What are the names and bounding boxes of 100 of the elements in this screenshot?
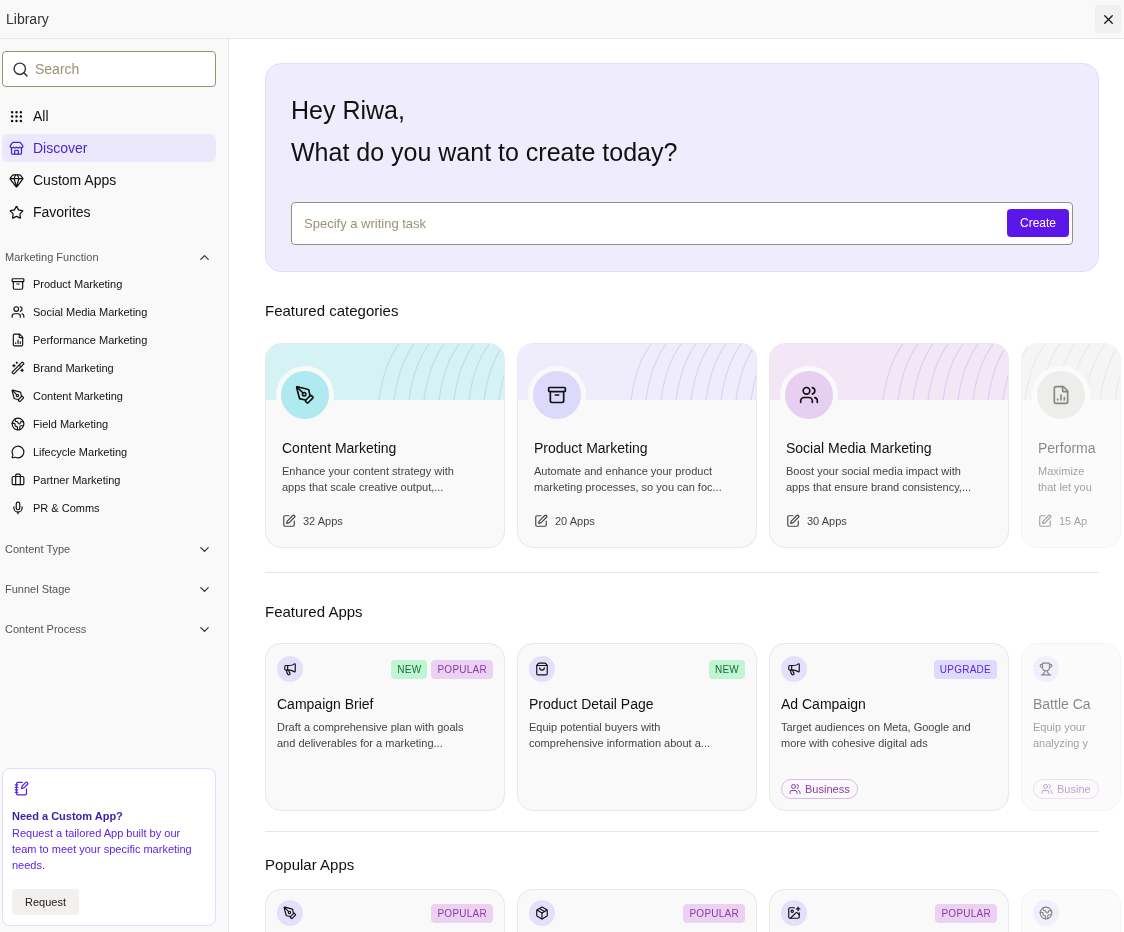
megaphone-icon xyxy=(283,662,297,676)
hero-question: What do you want to create today? xyxy=(291,137,679,168)
search-field[interactable]: Search xyxy=(2,51,216,87)
section-header[interactable]: Content Type xyxy=(2,536,216,562)
category-card[interactable]: Content Marketing Enhance your content strategy with apps that scale creative output,... 32 Apps xyxy=(265,342,505,548)
category-card[interactable]: Product Marketing Automate and enhance your product marketing processes, so you can foc... 20 Apps xyxy=(517,342,757,548)
nav-item[interactable]: Custom Apps xyxy=(2,166,216,194)
card-description: that let you xyxy=(1038,479,1093,495)
category-item[interactable]: Lifecycle Marketing xyxy=(2,438,216,466)
app-count-icon xyxy=(786,514,800,529)
request-button[interactable]: Request xyxy=(12,888,79,915)
card-title: Product Marketing xyxy=(533,438,649,458)
card-description: and deliverables for a marketing... xyxy=(277,736,444,751)
category-item[interactable]: Field Marketing xyxy=(2,410,216,438)
nav-item[interactable]: All xyxy=(2,102,216,130)
megaphone-icon xyxy=(787,662,801,676)
archive-icon xyxy=(11,277,25,291)
badge: NEW xyxy=(391,660,428,679)
section-header[interactable]: Funnel Stage xyxy=(2,576,216,602)
app-count: 32 Apps xyxy=(303,514,343,529)
section-title: Popular Apps xyxy=(265,855,356,875)
badge: POPULAR xyxy=(431,903,493,923)
section-header[interactable]: Content Process xyxy=(2,616,216,642)
globe-icon xyxy=(1039,905,1053,920)
users-icon xyxy=(1041,782,1053,795)
promo-text: Request a tailored App built by our team to meet your specific marketing needs. xyxy=(12,825,193,873)
badge: POPULAR xyxy=(683,903,745,923)
pen-tool-icon xyxy=(11,389,25,403)
card-description: comprehensive information about a... xyxy=(529,736,711,751)
users-icon xyxy=(789,782,801,795)
card-title: Product Detail Page xyxy=(529,695,655,714)
shopping-bag-icon xyxy=(535,662,549,676)
category-item[interactable]: Product Marketing xyxy=(2,270,216,298)
pen-tool-icon xyxy=(283,905,297,920)
trophy-icon xyxy=(1039,662,1053,676)
users-icon xyxy=(799,384,819,405)
globe-icon xyxy=(11,417,25,431)
image-plus-icon xyxy=(787,905,801,920)
card-description: more with cohesive digital ads xyxy=(781,736,929,751)
card-description: marketing processes, so you can foc... xyxy=(534,479,723,495)
grid-icon xyxy=(9,108,24,124)
search-icon xyxy=(12,61,29,78)
section-title: Featured Apps xyxy=(265,601,364,622)
store-icon xyxy=(9,140,24,156)
chart-file-icon xyxy=(1051,384,1071,405)
nav-item[interactable]: Discover xyxy=(2,134,216,162)
promo-title: Need a Custom App? xyxy=(12,809,124,824)
card-description: Equip potential buyers with xyxy=(529,720,662,735)
app-count-icon xyxy=(282,514,296,529)
app-count: 20 Apps xyxy=(555,514,595,529)
card-title: Social Media Marketing xyxy=(785,438,933,458)
close-button[interactable] xyxy=(1095,5,1121,33)
card-description: Maximize xyxy=(1038,463,1086,479)
create-button[interactable]: Create xyxy=(1006,209,1069,237)
app-card[interactable]: POPULAR xyxy=(517,888,757,932)
archive-icon xyxy=(547,384,567,405)
card-title: Performa xyxy=(1037,438,1097,458)
app-count: 30 Apps xyxy=(807,514,847,529)
badge: UPGRADE xyxy=(933,660,997,679)
badge: NEW xyxy=(708,660,745,679)
category-item[interactable]: Content Marketing xyxy=(2,382,216,410)
category-item[interactable]: PR & Comms xyxy=(2,494,216,522)
badge: POPULAR xyxy=(935,903,997,923)
app-card[interactable]: UPGRADE Ad Campaign Target audiences on Meta, Google and more with cohesive digital ads Business xyxy=(769,643,1009,811)
app-card[interactable]: POPULAR xyxy=(265,888,505,932)
notepad-icon xyxy=(14,781,29,796)
gem-icon xyxy=(9,172,24,188)
users-icon xyxy=(11,305,25,319)
card-description: apps that scale creative output,... xyxy=(282,479,445,495)
magic-wand-icon xyxy=(11,361,25,375)
category-card[interactable]: Social Media Marketing Boost your social media impact with apps that ensure brand consistency,... 30 Apps xyxy=(769,342,1009,548)
card-description: Automate and enhance your product xyxy=(534,463,713,479)
category-item[interactable]: Performance Marketing xyxy=(2,326,216,354)
app-card[interactable]: NEW Product Detail Page Equip potential buyers with comprehensive information about a... xyxy=(517,643,757,811)
star-icon xyxy=(9,204,24,220)
card-description: Equip your xyxy=(1033,720,1087,735)
hero-greeting: Hey Riwa, xyxy=(291,95,406,126)
app-count-icon xyxy=(534,514,548,529)
card-description: Draft a comprehensive plan with goals xyxy=(277,720,465,735)
category-item[interactable]: Social Media Marketing xyxy=(2,298,216,326)
card-title: Campaign Brief xyxy=(277,695,375,714)
category-item[interactable]: Brand Marketing xyxy=(2,354,216,382)
app-card[interactable]: POPULAR xyxy=(769,888,1009,932)
pen-tool-icon xyxy=(295,384,315,405)
box-icon xyxy=(535,905,549,920)
card-description: Target audiences on Meta, Google and xyxy=(781,720,972,735)
app-card[interactable]: NEW POPULAR Campaign Brief Draft a comprehensive plan with goals and deliverables for a marketing... xyxy=(265,643,505,811)
card-description: apps that ensure brand consistency,... xyxy=(786,479,973,495)
card-title: Content Marketing xyxy=(281,438,398,458)
card-title: Battle Ca xyxy=(1033,695,1092,714)
badge: POPULAR xyxy=(431,660,493,679)
card-description: analyzing y xyxy=(1033,736,1090,751)
app-count: 15 Ap xyxy=(1059,514,1088,529)
briefcase-icon xyxy=(11,473,25,487)
section-header[interactable]: Marketing Function xyxy=(2,244,216,270)
window-title: Library xyxy=(6,9,49,29)
nav-item[interactable]: Favorites xyxy=(2,198,216,226)
microphone-icon xyxy=(11,501,25,515)
category-item[interactable]: Partner Marketing xyxy=(2,466,216,494)
chart-file-icon xyxy=(11,333,25,347)
